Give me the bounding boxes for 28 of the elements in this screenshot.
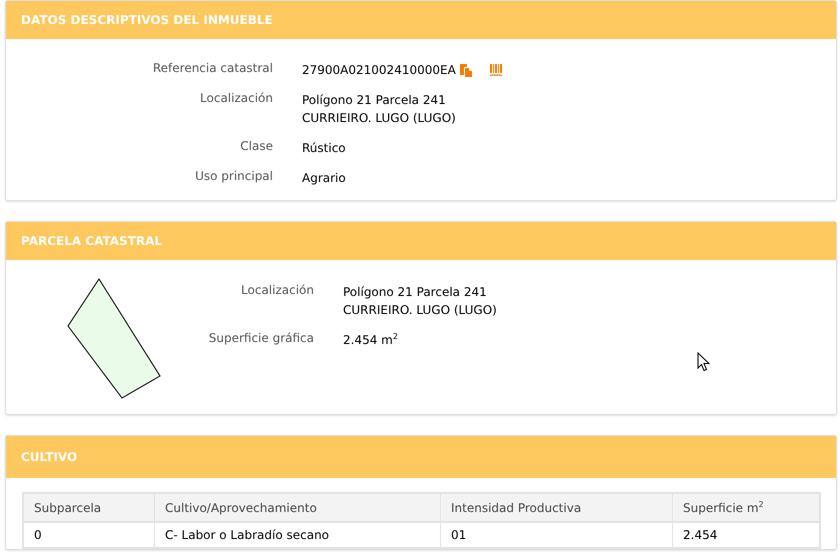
barcode-icon[interactable]	[490, 64, 503, 76]
field-value: Rústico	[302, 140, 346, 157]
column-header: Intensidad Productiva	[440, 493, 672, 522]
field-label: Uso principal	[194, 169, 273, 185]
field-label: Localización	[199, 91, 273, 107]
field-value: 2.454 m$^{2}$	[343, 331, 398, 349]
table-cell: C- Labor o Labradío secano	[154, 522, 440, 548]
field-label: Referencia catastral	[152, 61, 273, 77]
field-value: 27900A021002410000EA	[302, 62, 456, 79]
field-value: Agrario	[302, 170, 346, 187]
table-cell: 2.454	[672, 522, 820, 548]
field-value: CURRIEIRO. LUGO (LUGO)	[343, 302, 497, 319]
field-value: CURRIEIRO. LUGO (LUGO)	[302, 110, 456, 127]
table-cell: 0	[23, 522, 154, 548]
mouse-pointer-icon	[697, 352, 711, 372]
field-label: Superficie gráfica	[208, 331, 314, 347]
column-header: Cultivo/Aprovechamiento	[154, 493, 440, 522]
panel-title: PARCELA CATASTRAL	[21, 234, 162, 248]
copy-icon[interactable]	[460, 64, 472, 76]
table-cell: 01	[440, 522, 672, 548]
field-value: Polígono 21 Parcela 241	[302, 92, 446, 109]
field-label: Localización	[240, 283, 314, 299]
panel-title: DATOS DESCRIPTIVOS DEL INMUEBLE	[21, 13, 273, 27]
column-header: Subparcela	[23, 493, 154, 522]
column-header: Superficie m$^{2}$	[672, 493, 820, 522]
panel-title: CULTIVO	[21, 450, 78, 464]
field-label: Clase	[239, 139, 273, 155]
field-value: Polígono 21 Parcela 241	[343, 284, 487, 301]
